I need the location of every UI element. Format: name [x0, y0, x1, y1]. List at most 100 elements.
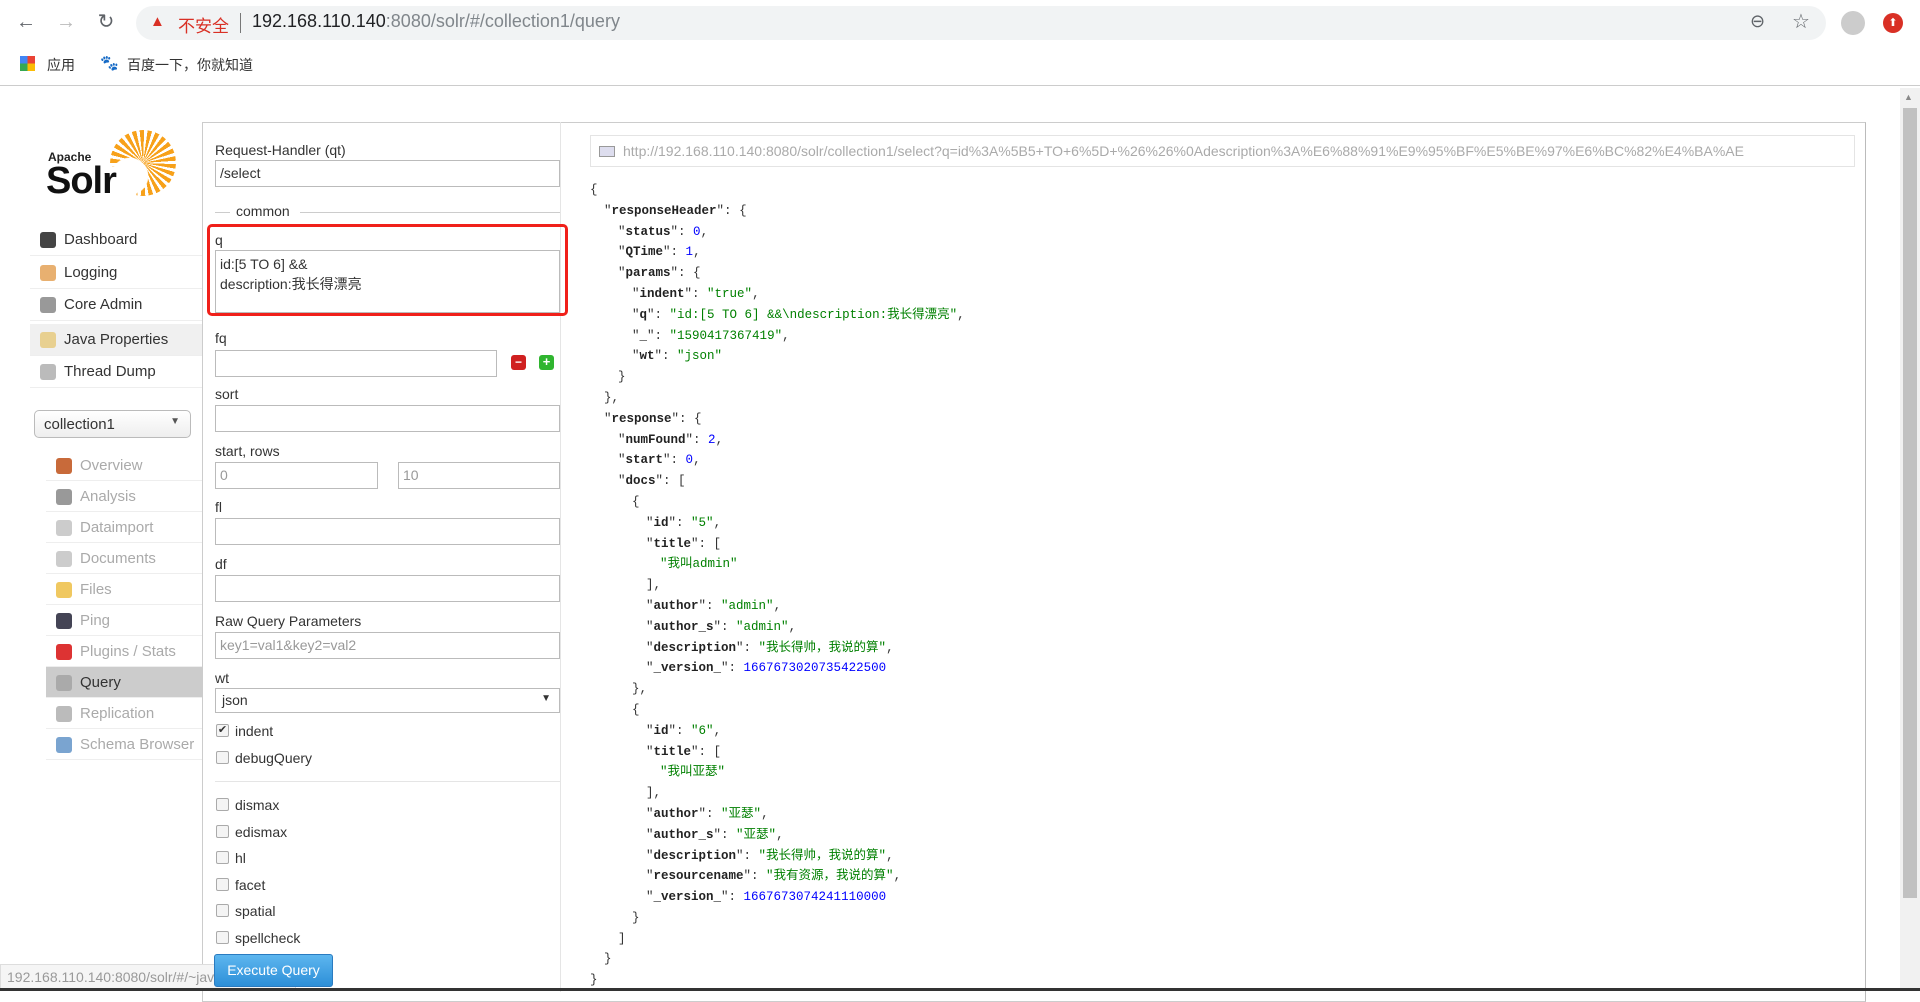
qt-input[interactable]: /select [215, 160, 560, 187]
start-rows-label: start, rows [215, 443, 280, 459]
sort-input[interactable] [215, 405, 560, 432]
fq-input[interactable] [215, 350, 497, 377]
dismax-checkbox[interactable] [216, 798, 229, 811]
json-punct: , [761, 806, 769, 821]
wt-value: json [222, 692, 248, 708]
spatial-checkbox[interactable] [216, 904, 229, 917]
sort-label: sort [215, 386, 239, 402]
core-item-label: Overview [80, 457, 143, 474]
json-key: author [653, 806, 699, 821]
json-key: _version_ [653, 890, 722, 905]
debugquery-label: debugQuery [235, 750, 313, 766]
json-key: author_s [653, 619, 714, 634]
spellcheck-checkbox[interactable] [216, 930, 229, 944]
core-selector-value: collection1 [44, 416, 115, 433]
facet-checkbox[interactable] [216, 877, 229, 891]
start-input[interactable]: 0 [215, 462, 378, 489]
debugquery-checkbox[interactable] [216, 751, 229, 764]
json-value: "id:[5 TO 6] &&\ndescription:我长得漂亮" [669, 307, 958, 322]
rows-input[interactable]: 10 [398, 462, 560, 489]
logo-solr[interactable]: Solr [46, 160, 117, 203]
json-line: { [590, 700, 965, 721]
scroll-up-icon[interactable]: ▲ [1904, 92, 1913, 102]
hl-checkbox[interactable] [216, 851, 229, 864]
link-icon [599, 146, 615, 157]
indent-label: indent [235, 723, 274, 739]
json-key: docs [625, 474, 656, 489]
json-line: ], [590, 575, 965, 596]
json-key: status [625, 224, 671, 239]
json-line: "status": 0, [618, 224, 709, 239]
wt-select[interactable]: json ▼ [215, 688, 560, 713]
core-item-query[interactable]: Query [46, 667, 202, 698]
core-item-schema-browser[interactable]: Schema Browser [46, 729, 202, 760]
json-line: } [590, 908, 965, 929]
json-bracket: { [632, 702, 640, 717]
core-item-overview[interactable]: Overview [46, 450, 202, 481]
json-line: "author_s": "admin", [646, 619, 797, 634]
legend-line [215, 212, 230, 213]
core-item-label: Query [80, 674, 121, 691]
add-fq-button[interactable]: + [539, 355, 554, 370]
sidebar-item-logging[interactable]: Logging [30, 257, 202, 289]
wt-label: wt [215, 670, 229, 686]
sidebar-item-thread-dump[interactable]: Thread Dump [30, 356, 202, 388]
bookmark-star-icon[interactable]: ☆ [1792, 9, 1810, 34]
json-value: "我叫亚瑟" [660, 765, 726, 780]
core-item-analysis[interactable]: Analysis [46, 481, 202, 512]
json-key: description [653, 640, 737, 655]
core-item-replication[interactable]: Replication [46, 698, 202, 729]
spatial-label: spatial [235, 903, 276, 919]
core-item-dataimport[interactable]: Dataimport [46, 512, 202, 543]
q-textarea[interactable]: id:[5 TO 6] && description:我长得漂亮 [215, 250, 560, 313]
sidebar-item-core-admin[interactable]: Core Admin [30, 289, 202, 321]
core-item-plugins-stats[interactable]: Plugins / Stats [46, 636, 202, 667]
edismax-checkbox[interactable] [216, 824, 229, 838]
divider [215, 781, 560, 782]
core-item-documents[interactable]: Documents [46, 543, 202, 574]
result-url-link[interactable]: http://192.168.110.140:8080/solr/collect… [590, 135, 1855, 167]
forward-button[interactable]: → [52, 8, 80, 36]
fl-input[interactable] [215, 518, 560, 545]
core-item-ping[interactable]: Ping [46, 605, 202, 636]
url-text[interactable]: 192.168.110.140:8080/solr/#/collection1/… [252, 11, 620, 32]
indent-checkbox[interactable]: ✔ [216, 724, 229, 737]
plugins-icon [56, 644, 72, 660]
sidebar-item-dashboard[interactable]: Dashboard [30, 224, 202, 256]
df-input[interactable] [215, 575, 560, 602]
zoom-out-icon[interactable]: ⊖ [1750, 11, 1765, 32]
json-punct: , [886, 640, 894, 655]
back-button[interactable]: ← [12, 8, 40, 36]
bookmark-apps[interactable]: 应用 [47, 55, 75, 75]
json-value: "我长得帅，我说的算" [758, 640, 887, 655]
bookmark-baidu[interactable]: 百度一下，你就知道 [127, 55, 253, 75]
json-key: q [639, 307, 648, 322]
core-item-label: Plugins / Stats [80, 643, 176, 660]
scrollbar-thumb[interactable] [1903, 108, 1917, 898]
json-line: { [590, 180, 965, 201]
json-punct: , [693, 453, 701, 468]
core-item-files[interactable]: Files [46, 574, 202, 605]
profile-avatar-icon[interactable] [1841, 11, 1865, 35]
df-label: df [215, 556, 227, 572]
json-key: title [653, 536, 692, 551]
core-selector[interactable]: collection1 ▼ [34, 410, 191, 438]
common-legend: common [236, 203, 290, 219]
insecure-label[interactable]: 不安全 [178, 12, 229, 37]
update-icon[interactable]: ⬆ [1883, 13, 1903, 33]
sidebar-item-label: Logging [64, 264, 118, 281]
dismax-label: dismax [235, 797, 280, 813]
json-line: "title": [ [646, 744, 722, 759]
remove-fq-button[interactable]: − [511, 355, 526, 370]
hl-label: hl [235, 850, 246, 866]
execute-query-button[interactable]: Execute Query [214, 954, 333, 987]
json-key: wt [639, 349, 655, 364]
raw-params-input[interactable]: key1=val1&key2=val2 [215, 632, 560, 659]
json-key: _version_ [653, 661, 722, 676]
json-bracket: } [590, 973, 598, 988]
q-line: id:[5 TO 6] && [220, 256, 308, 272]
json-line: "QTime": 1, [618, 245, 701, 260]
json-line: { [590, 492, 965, 513]
sidebar-item-java-properties[interactable]: Java Properties [30, 324, 202, 356]
reload-button[interactable]: ↻ [92, 8, 120, 36]
